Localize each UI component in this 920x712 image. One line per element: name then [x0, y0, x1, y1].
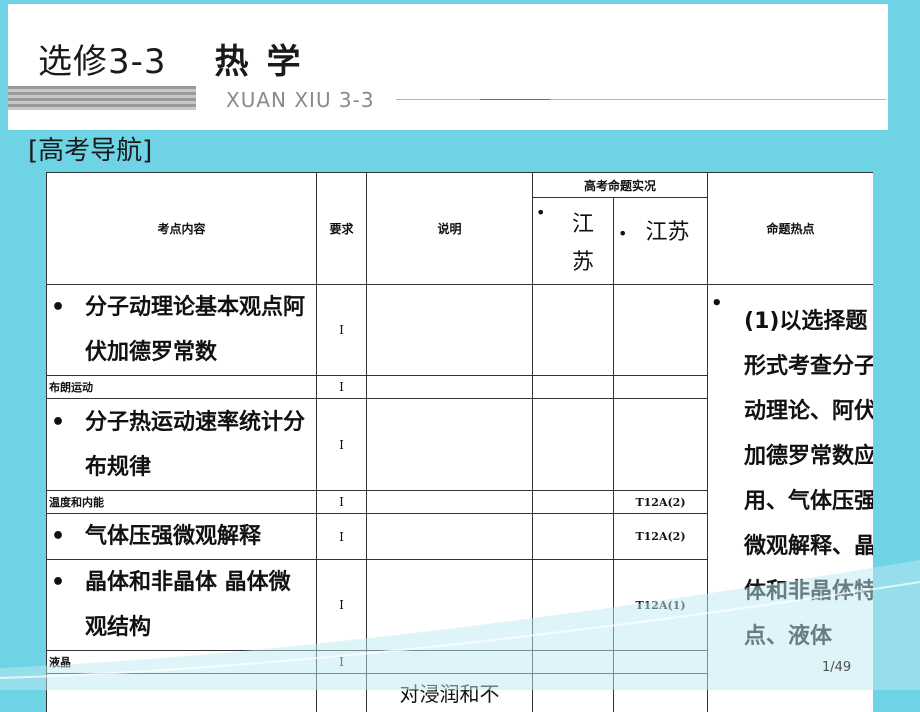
- row-req: I: [317, 399, 367, 491]
- row-content: 分子热运动速率统计分布规律: [85, 400, 305, 490]
- page-title: 选修3-3 热学: [38, 34, 319, 83]
- section-label: [高考导航]: [28, 130, 152, 167]
- row-code: [614, 285, 708, 376]
- header-hotspot: 命题热点: [708, 173, 873, 285]
- row-code: T12A(2): [614, 514, 708, 560]
- header-requirement: 要求: [317, 173, 367, 285]
- header-note: 说明: [367, 173, 533, 285]
- title-pinyin: XUAN XIU 3-3: [226, 88, 375, 112]
- header-content: 考点内容: [47, 173, 317, 285]
- row-content: 布朗运动: [47, 376, 317, 399]
- row-code: T12A(2): [614, 491, 708, 514]
- title-sub: 热学: [215, 42, 319, 82]
- decorative-stripe: [8, 86, 196, 110]
- bullet-icon: •: [47, 514, 85, 559]
- row-content: 温度和内能: [47, 491, 317, 514]
- row-req: I: [317, 514, 367, 560]
- page-number: 1/49: [822, 660, 851, 675]
- hotspot-cell: • (1)以选择题形式考查分子动理论、阿伏加德罗常数应用、气体压强微观解释、晶体…: [708, 285, 873, 712]
- row-req: I: [317, 285, 367, 376]
- bullet-icon: •: [47, 285, 85, 330]
- divider-line: [396, 99, 886, 100]
- row-req: I: [317, 560, 367, 651]
- row-req: I: [317, 376, 367, 399]
- bullet-icon: •: [618, 224, 627, 243]
- hotspot-text: (1)以选择题形式考查分子动理论、阿伏加德罗常数应用、气体压强微观解释、晶体和非…: [744, 299, 873, 659]
- header-jiangsu-2: •江苏: [614, 198, 708, 285]
- bullet-icon: •: [47, 400, 85, 445]
- row-content: 液晶: [47, 651, 317, 674]
- divider-accent: [480, 99, 550, 100]
- exam-guide-table: 考点内容 要求 说明 高考命题实况 命题热点 • 江苏 •江苏 •分子动理论基本…: [46, 172, 873, 712]
- row-code: [614, 399, 708, 491]
- row-code: T12A(1): [614, 560, 708, 651]
- row-req: I: [317, 491, 367, 514]
- header-jiangsu-1: • 江苏: [533, 198, 614, 285]
- row-req: I: [317, 651, 367, 674]
- row-code: [614, 376, 708, 399]
- title-main: 选修3-3: [38, 42, 167, 82]
- row-code: [614, 651, 708, 674]
- table-row: •分子动理论基本观点阿伏加德罗常数 I • (1)以选择题形式考查分子动理论、阿…: [47, 285, 874, 376]
- row-content: 气体压强微观解释: [85, 514, 305, 559]
- bullet-icon: •: [536, 203, 545, 222]
- bullet-icon: •: [711, 293, 723, 314]
- row-note: 对浸润和不: [367, 674, 533, 712]
- row-content: 分子动理论基本观点阿伏加德罗常数: [85, 285, 305, 375]
- row-content: 晶体和非晶体 晶体微观结构: [85, 560, 305, 650]
- bullet-icon: •: [47, 560, 85, 605]
- header-exam-group: 高考命题实况: [533, 173, 708, 198]
